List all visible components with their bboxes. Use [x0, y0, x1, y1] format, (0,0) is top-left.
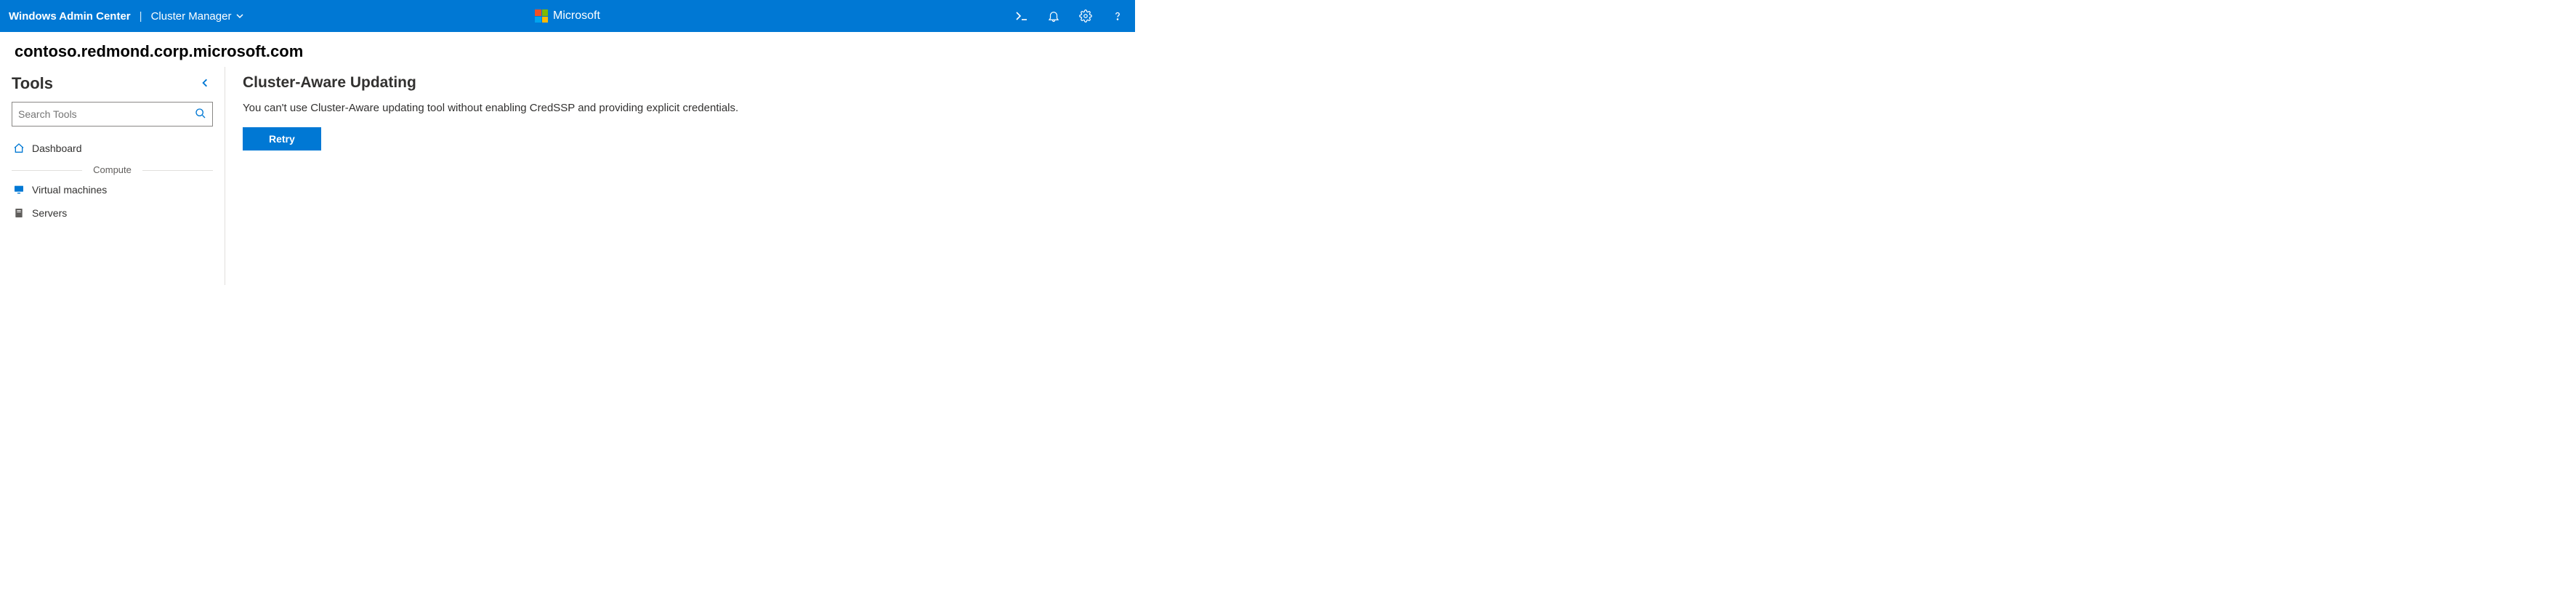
home-icon [13, 143, 25, 154]
help-button[interactable] [1109, 7, 1126, 25]
page-title: Cluster-Aware Updating [243, 74, 1118, 92]
product-name: Windows Admin Center [9, 10, 131, 23]
settings-button[interactable] [1077, 7, 1094, 25]
divider: | [140, 10, 142, 23]
monitor-icon [13, 184, 25, 196]
top-bar: Windows Admin Center | Cluster Manager M… [0, 0, 1135, 32]
retry-button[interactable]: Retry [243, 127, 321, 150]
top-bar-right [1013, 7, 1126, 25]
sidebar-item-label: Dashboard [32, 143, 82, 154]
help-icon [1111, 9, 1124, 23]
chevron-down-icon [235, 12, 244, 20]
sidebar-item-label: Servers [32, 207, 67, 219]
sidebar-item-virtual-machines[interactable]: Virtual machines [12, 178, 213, 201]
sidebar-item-dashboard[interactable]: Dashboard [12, 137, 213, 160]
scope-label: Cluster Manager [151, 10, 232, 23]
sidebar-item-label: Virtual machines [32, 184, 107, 196]
body-wrap: Tools Dashboard Compute Virtual machine [0, 67, 1135, 285]
notifications-button[interactable] [1045, 7, 1062, 25]
page-message: You can't use Cluster-Aware updating too… [243, 102, 1118, 114]
brand-label: Microsoft [553, 9, 600, 23]
breadcrumb-bar: contoso.redmond.corp.microsoft.com [0, 32, 1135, 67]
scope-dropdown[interactable]: Cluster Manager [151, 10, 245, 23]
gear-icon [1079, 9, 1092, 23]
sidebar-header: Tools [12, 74, 213, 93]
search-icon [195, 108, 206, 121]
search-input[interactable] [18, 108, 195, 120]
microsoft-logo-icon [535, 9, 548, 23]
console-button[interactable] [1013, 7, 1030, 25]
sidebar-title: Tools [12, 74, 53, 93]
bell-icon [1047, 9, 1060, 23]
sidebar: Tools Dashboard Compute Virtual machine [0, 67, 225, 285]
breadcrumb-host: contoso.redmond.corp.microsoft.com [15, 42, 1121, 61]
server-icon [13, 207, 25, 219]
search-tools-wrap[interactable] [12, 102, 213, 127]
brand-area: Microsoft [535, 9, 600, 23]
main-content: Cluster-Aware Updating You can't use Clu… [225, 67, 1135, 285]
chevron-left-icon [200, 78, 210, 88]
collapse-sidebar-button[interactable] [197, 75, 213, 93]
sidebar-group-label: Compute [93, 164, 132, 175]
sidebar-group-compute: Compute [12, 164, 213, 175]
sidebar-item-servers[interactable]: Servers [12, 201, 213, 225]
top-bar-left: Windows Admin Center | Cluster Manager [9, 10, 244, 23]
console-icon [1014, 9, 1029, 23]
